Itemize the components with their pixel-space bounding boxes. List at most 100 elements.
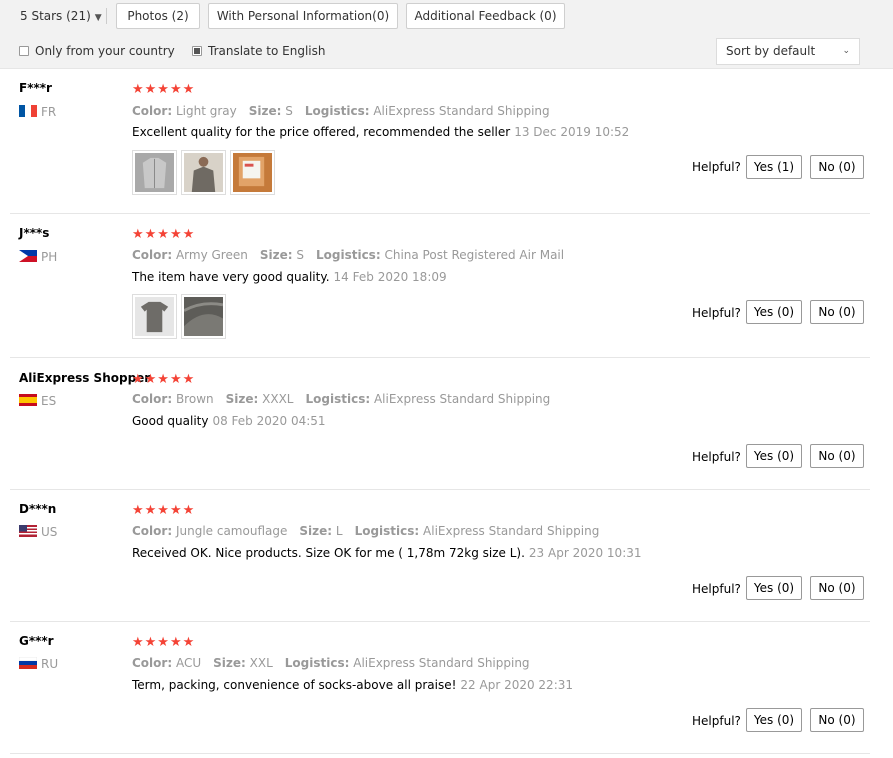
logistics-key: Logistics: [304, 104, 370, 118]
package-photo-icon [233, 153, 272, 192]
helpful-label: Helpful? [692, 306, 741, 320]
color-key: Color: [132, 392, 173, 406]
logistics-key: Logistics: [305, 392, 371, 406]
size-value: XXXL [262, 392, 294, 406]
flag-es-icon [19, 394, 37, 406]
star-rating: ★★★★★ [132, 503, 196, 518]
flag-fr-icon [19, 105, 37, 117]
fabric-photo-icon [183, 297, 224, 336]
logistics-value: AliExpress Standard Shipping [423, 524, 600, 538]
color-key: Color: [132, 104, 173, 118]
review-divider [10, 753, 870, 754]
review-body: Good quality 08 Feb 2020 04:51 [132, 414, 326, 428]
reviewer-name: J***s [19, 226, 50, 240]
review-photos [132, 150, 282, 195]
reviewer-name: D***n [19, 502, 57, 516]
review-attributes: Color: Jungle camouflage Size: L Logistics… [132, 524, 599, 538]
country-code: RU [41, 657, 59, 671]
color-value: Brown [175, 392, 214, 406]
photos-filter-button[interactable]: Photos (2) [116, 3, 200, 29]
only-country-label: Only from your country [35, 44, 175, 58]
review-date: 22 Apr 2020 22:31 [460, 678, 573, 692]
review-photo-thumbnail[interactable] [230, 150, 275, 195]
helpful-yes-button[interactable]: Yes (0) [746, 576, 802, 600]
logistics-value: AliExpress Standard Shipping [353, 656, 530, 670]
color-key: Color: [132, 656, 173, 670]
star-rating: ★★★★★ [132, 82, 196, 97]
reviewer-country: RU [19, 657, 58, 671]
review-text: Received OK. Nice products. Size OK for … [132, 546, 525, 560]
sort-select[interactable]: Sort by default ⌄ [716, 38, 860, 65]
logistics-value: AliExpress Standard Shipping [373, 104, 550, 118]
country-code: FR [41, 105, 57, 119]
size-key: Size: [299, 524, 333, 538]
color-key: Color: [132, 248, 173, 262]
star-filter-label: 5 Stars (21) [20, 9, 91, 23]
review-filter-bar: 5 Stars (21) ▼ Photos (2) With Personal I… [0, 0, 893, 69]
flag-ph-icon [19, 250, 37, 262]
size-key: Size: [259, 248, 293, 262]
review-photos [132, 294, 232, 339]
review-date: 08 Feb 2020 04:51 [212, 414, 326, 428]
helpful-yes-button[interactable]: Yes (0) [746, 444, 802, 468]
review-photo-thumbnail[interactable] [181, 150, 226, 195]
color-value: Army Green [175, 248, 248, 262]
review-text: The item have very good quality. [132, 270, 330, 284]
helpful-label: Helpful? [692, 160, 741, 174]
helpful-no-button[interactable]: No (0) [810, 576, 864, 600]
helpful-label: Helpful? [692, 450, 741, 464]
size-key: Size: [225, 392, 259, 406]
additional-feedback-filter-button[interactable]: Additional Feedback (0) [406, 3, 565, 29]
star-rating: ★★★★★ [132, 635, 196, 650]
translate-checkbox[interactable] [192, 46, 202, 56]
size-key: Size: [213, 656, 246, 670]
helpful-no-button[interactable]: No (0) [810, 708, 864, 732]
translate-option[interactable]: Translate to English [192, 43, 326, 59]
review-body: Received OK. Nice products. Size OK for … [132, 546, 642, 560]
review-photo-thumbnail[interactable] [132, 294, 177, 339]
reviewer-name: AliExpress Shopper [19, 371, 151, 385]
color-value: ACU [175, 656, 202, 670]
only-country-checkbox[interactable] [19, 46, 29, 56]
helpful-yes-button[interactable]: Yes (0) [746, 708, 802, 732]
helpful-label: Helpful? [692, 582, 741, 596]
logistics-value: China Post Registered Air Mail [384, 248, 565, 262]
reviewer-country: US [19, 525, 57, 539]
helpful-label: Helpful? [692, 714, 741, 728]
divider [106, 8, 107, 24]
personal-info-filter-button[interactable]: With Personal Information(0) [208, 3, 398, 29]
helpful-no-button[interactable]: No (0) [810, 155, 864, 179]
helpful-no-button[interactable]: No (0) [810, 300, 864, 324]
logistics-value: AliExpress Standard Shipping [373, 392, 551, 406]
jacket-photo-icon [135, 153, 174, 192]
review-text: Term, packing, convenience of socks-abov… [132, 678, 457, 692]
color-value: Jungle camouflage [175, 524, 288, 538]
color-key: Color: [132, 524, 173, 538]
reviewer-name: F***r [19, 81, 52, 95]
review-body: The item have very good quality. 14 Feb 2… [132, 270, 447, 284]
flag-ru-icon [19, 657, 37, 669]
reviewer-country: PH [19, 250, 57, 264]
size-value: XXL [249, 656, 273, 670]
person-photo-icon [184, 153, 223, 192]
translate-label: Translate to English [208, 44, 326, 58]
helpful-yes-button[interactable]: Yes (0) [746, 300, 802, 324]
review-attributes: Color: Army Green Size: S Logistics: China… [132, 248, 564, 262]
country-code: PH [41, 250, 58, 264]
only-country-option[interactable]: Only from your country [19, 43, 175, 59]
review-text: Excellent quality for the price offered,… [132, 125, 511, 139]
review-attributes: Color: ACU Size: XXL Logistics: AliExpress… [132, 656, 530, 670]
logistics-key: Logistics: [315, 248, 381, 262]
star-filter-select[interactable]: 5 Stars (21) ▼ [20, 6, 102, 26]
logistics-key: Logistics: [284, 656, 350, 670]
review-date: 14 Feb 2020 18:09 [333, 270, 447, 284]
reviewer-country: ES [19, 394, 56, 408]
reviewer-country: FR [19, 105, 56, 119]
review-photo-thumbnail[interactable] [132, 150, 177, 195]
helpful-no-button[interactable]: No (0) [810, 444, 864, 468]
review-item: J***s PH ★★★★★ Color: Army Green Size: SL… [0, 214, 893, 358]
helpful-yes-button[interactable]: Yes (1) [746, 155, 802, 179]
review-photo-thumbnail[interactable] [181, 294, 226, 339]
chevron-down-icon: ⌄ [842, 46, 850, 56]
color-value: Light gray [175, 104, 237, 118]
